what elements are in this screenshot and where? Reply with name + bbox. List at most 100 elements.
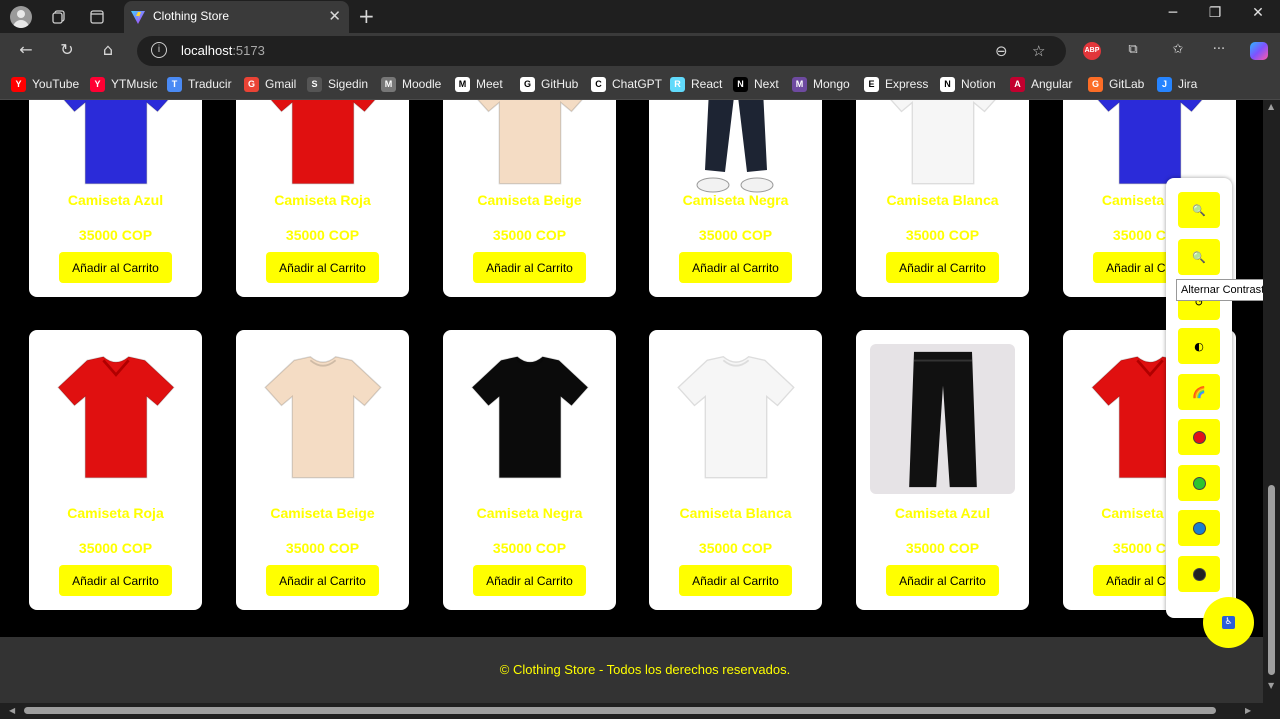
zoom-in-button[interactable]: 🔍: [1178, 192, 1220, 228]
product-price: 35000 COP: [698, 540, 773, 556]
contrast-button[interactable]: ◐: [1178, 328, 1220, 364]
add-to-cart-button[interactable]: Añadir al Carrito: [266, 565, 379, 596]
new-tab-icon[interactable]: +: [358, 4, 375, 28]
blue-dot-button[interactable]: [1178, 510, 1220, 546]
bookmark-label: Traducir: [188, 77, 232, 91]
product-card: Camiseta Negra 35000 COP Añadir al Carrito: [649, 100, 822, 297]
bookmark-express[interactable]: E Express: [864, 76, 928, 92]
tab-clothing-store[interactable]: Clothing Store ✕: [124, 1, 349, 33]
favorite-star-icon[interactable]: ☆: [1032, 42, 1045, 60]
add-to-cart-button[interactable]: Añadir al Carrito: [679, 565, 792, 596]
accessibility-panel: 🔍 🔍 ↺ ◐ 🌈: [1166, 178, 1232, 618]
page-viewport: Camiseta Azul 35000 COP Añadir al Carrito C…: [0, 100, 1263, 703]
gmail-icon: G: [244, 76, 259, 92]
dark-dot-button[interactable]: [1178, 556, 1220, 592]
vertical-scroll-thumb[interactable]: [1268, 485, 1275, 675]
site-info-icon[interactable]: i: [151, 42, 167, 58]
blue-dot-icon: [1192, 521, 1206, 535]
green-dot-button[interactable]: [1178, 465, 1220, 501]
add-to-cart-button[interactable]: Añadir al Carrito: [59, 252, 172, 283]
globe-icon: S: [307, 76, 322, 92]
url-input[interactable]: i localhost:5173 ⊖ ☆: [137, 36, 1066, 66]
zoom-out-button[interactable]: 🔍: [1178, 239, 1220, 275]
bookmark-ytmusic[interactable]: Y YTMusic: [90, 76, 158, 92]
bookmark-label: Moodle: [402, 77, 442, 91]
adblock-icon[interactable]: ABP: [1083, 42, 1101, 60]
restore-icon[interactable]: ❐: [1203, 5, 1227, 21]
bookmark-meet[interactable]: M Meet: [455, 76, 503, 92]
product-name: Camiseta Roja: [67, 505, 164, 521]
scroll-up-icon[interactable]: ▲: [1268, 102, 1274, 111]
vertical-scrollbar[interactable]: ▲ ▼: [1263, 100, 1280, 703]
product-name: Camiseta Negra: [476, 505, 583, 521]
gitlab-icon: G: [1088, 76, 1103, 92]
favorites-icon[interactable]: ✩: [1169, 42, 1187, 60]
product-card: Camiseta Negra 35000 COP Añadir al Carrito: [443, 330, 616, 610]
minimize-icon[interactable]: ─: [1161, 5, 1185, 21]
scroll-left-icon[interactable]: ◀: [9, 706, 15, 715]
product-name: Camiseta Blanca: [679, 505, 792, 521]
express-icon: E: [864, 76, 879, 92]
bookmark-sigedin[interactable]: S Sigedin: [307, 76, 368, 92]
product-name: Camiseta Blanca: [886, 192, 999, 208]
product-card: Camiseta Azul 35000 COP Añadir al Carrito: [856, 330, 1029, 610]
rainbow-button[interactable]: 🌈: [1178, 374, 1220, 410]
add-to-cart-button[interactable]: Añadir al Carrito: [266, 252, 379, 283]
red-dot-icon: [1192, 430, 1206, 444]
profile-avatar-icon[interactable]: [10, 6, 32, 28]
bookmark-moodle[interactable]: M Moodle: [381, 76, 441, 92]
accessibility-toggle-button[interactable]: ♿: [1203, 597, 1254, 648]
chatgpt-icon: C: [591, 76, 606, 92]
vite-favicon-icon: [131, 11, 145, 24]
bookmark-youtube[interactable]: Y YouTube: [11, 76, 79, 92]
add-to-cart-button[interactable]: Añadir al Carrito: [886, 565, 999, 596]
bookmark-mongo[interactable]: M Mongo: [792, 76, 850, 92]
red-dot-button[interactable]: [1178, 419, 1220, 455]
zoom-icon[interactable]: ⊖: [995, 42, 1008, 60]
bookmark-label: GitHub: [541, 77, 579, 91]
bookmark-notion[interactable]: N Notion: [940, 76, 996, 92]
extensions-icon[interactable]: ⧉: [1124, 42, 1142, 60]
bookmark-angular[interactable]: A Angular: [1010, 76, 1072, 92]
workspaces-icon[interactable]: [48, 6, 70, 28]
bookmark-next[interactable]: N Next: [733, 76, 779, 92]
home-icon[interactable]: ⌂: [96, 40, 120, 62]
zoom-in-icon: 🔍: [1192, 203, 1206, 217]
tab-actions-icon[interactable]: [86, 6, 108, 28]
bookmark-label: React: [691, 77, 723, 91]
close-tab-icon[interactable]: ✕: [328, 7, 341, 25]
product-image: [663, 100, 808, 200]
product-name: Camiseta Azul: [894, 505, 991, 521]
add-to-cart-button[interactable]: Añadir al Carrito: [473, 252, 586, 283]
bookmark-chatgpt[interactable]: C ChatGPT: [591, 76, 662, 92]
scroll-right-icon[interactable]: ▶: [1245, 706, 1251, 715]
horizontal-scroll-thumb[interactable]: [24, 707, 1216, 714]
bookmark-gitlab[interactable]: G GitLab: [1088, 76, 1144, 92]
product-image: [870, 100, 1015, 200]
horizontal-scrollbar[interactable]: ◀ ▶: [0, 703, 1280, 719]
site-footer: © Clothing Store - Todos los derechos re…: [0, 637, 1263, 703]
bookmark-traducir[interactable]: T Traducir: [167, 76, 232, 92]
product-price: 35000 COP: [492, 227, 567, 243]
product-name: Camiseta Roja: [274, 192, 371, 208]
product-card: Camiseta Azul 35000 COP Añadir al Carrito: [29, 100, 202, 297]
close-window-icon[interactable]: ✕: [1246, 5, 1270, 21]
bookmark-label: GitLab: [1109, 77, 1145, 91]
bookmark-github[interactable]: G GitHub: [520, 76, 578, 92]
copilot-icon[interactable]: [1250, 42, 1268, 60]
bookmark-gmail[interactable]: G Gmail: [244, 76, 296, 92]
product-price: 35000 COP: [285, 227, 360, 243]
scroll-down-icon[interactable]: ▼: [1268, 681, 1274, 690]
bookmark-jira[interactable]: J Jira: [1157, 76, 1197, 92]
youtube-icon: Y: [11, 76, 26, 92]
add-to-cart-button[interactable]: Añadir al Carrito: [59, 565, 172, 596]
more-menu-icon[interactable]: ···: [1210, 42, 1228, 60]
add-to-cart-button[interactable]: Añadir al Carrito: [473, 565, 586, 596]
green-dot-icon: [1192, 476, 1206, 490]
reload-icon[interactable]: ↻: [55, 40, 79, 62]
product-name: Camiseta Negra: [682, 192, 789, 208]
add-to-cart-button[interactable]: Añadir al Carrito: [886, 252, 999, 283]
add-to-cart-button[interactable]: Añadir al Carrito: [679, 252, 792, 283]
bookmark-react[interactable]: R React: [670, 76, 722, 92]
back-icon[interactable]: ←: [14, 40, 38, 62]
